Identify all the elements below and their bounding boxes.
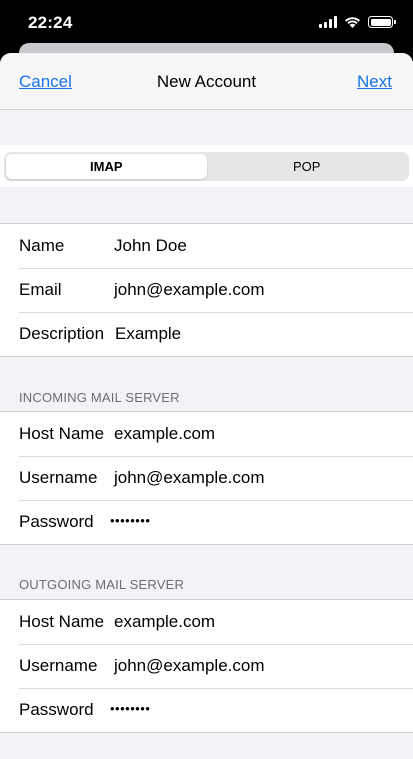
new-account-sheet: Cancel New Account Next IMAP POP Name Jo… xyxy=(0,53,413,759)
outgoing-username-label: Username xyxy=(19,656,98,675)
account-info-group: Name John Doe Email john@example.com Des… xyxy=(0,223,413,357)
incoming-password-field[interactable]: •••••••• xyxy=(110,513,150,528)
status-time: 22:24 xyxy=(28,13,73,32)
status-icons xyxy=(319,14,396,30)
incoming-username-label: Username xyxy=(19,468,98,487)
outgoing-server-group: Host Name example.com Username john@exam… xyxy=(0,599,413,733)
incoming-host-field[interactable]: example.com xyxy=(114,424,215,444)
segment-pop[interactable]: POP xyxy=(207,154,408,179)
description-field[interactable]: Example xyxy=(115,324,181,344)
page-title: New Account xyxy=(156,72,257,91)
outgoing-host-field[interactable]: example.com xyxy=(114,612,215,632)
name-field[interactable]: John Doe xyxy=(114,236,187,256)
incoming-server-group: Host Name example.com Username john@exam… xyxy=(0,411,413,545)
outgoing-username-field[interactable]: john@example.com xyxy=(114,656,265,676)
wifi-icon xyxy=(345,17,360,28)
email-label: Email xyxy=(19,280,62,299)
email-field[interactable]: john@example.com xyxy=(114,280,265,300)
outgoing-username-row[interactable]: Username john@example.com xyxy=(0,644,413,688)
account-type-segmented-control: IMAP POP xyxy=(4,152,409,181)
outgoing-host-row[interactable]: Host Name example.com xyxy=(0,600,413,644)
email-row[interactable]: Email john@example.com xyxy=(0,268,413,312)
incoming-host-label: Host Name xyxy=(19,424,105,443)
outgoing-host-label: Host Name xyxy=(19,612,105,631)
outgoing-section-header: OUTGOING MAIL SERVER xyxy=(19,577,185,592)
incoming-host-row[interactable]: Host Name example.com xyxy=(0,412,413,456)
incoming-password-row[interactable]: Password •••••••• xyxy=(0,500,413,544)
incoming-username-row[interactable]: Username john@example.com xyxy=(0,456,413,500)
navigation-bar: Cancel New Account Next xyxy=(0,53,413,110)
description-label: Description xyxy=(19,324,105,343)
incoming-username-field[interactable]: john@example.com xyxy=(114,468,265,488)
incoming-section-header: INCOMING MAIL SERVER xyxy=(19,390,180,405)
battery-icon xyxy=(368,16,396,28)
incoming-password-label: Password xyxy=(19,512,94,531)
name-row[interactable]: Name John Doe xyxy=(0,224,413,268)
next-button[interactable]: Next xyxy=(357,72,392,92)
status-bar: 22:24 xyxy=(0,0,413,46)
name-label: Name xyxy=(19,236,65,255)
segment-imap[interactable]: IMAP xyxy=(6,154,207,179)
account-type-section: IMAP POP xyxy=(0,145,413,187)
outgoing-password-label: Password xyxy=(19,700,94,719)
description-row[interactable]: Description Example xyxy=(0,312,413,356)
outgoing-password-row[interactable]: Password •••••••• xyxy=(0,688,413,732)
cellular-signal-icon xyxy=(319,16,337,28)
outgoing-password-field[interactable]: •••••••• xyxy=(110,701,150,716)
